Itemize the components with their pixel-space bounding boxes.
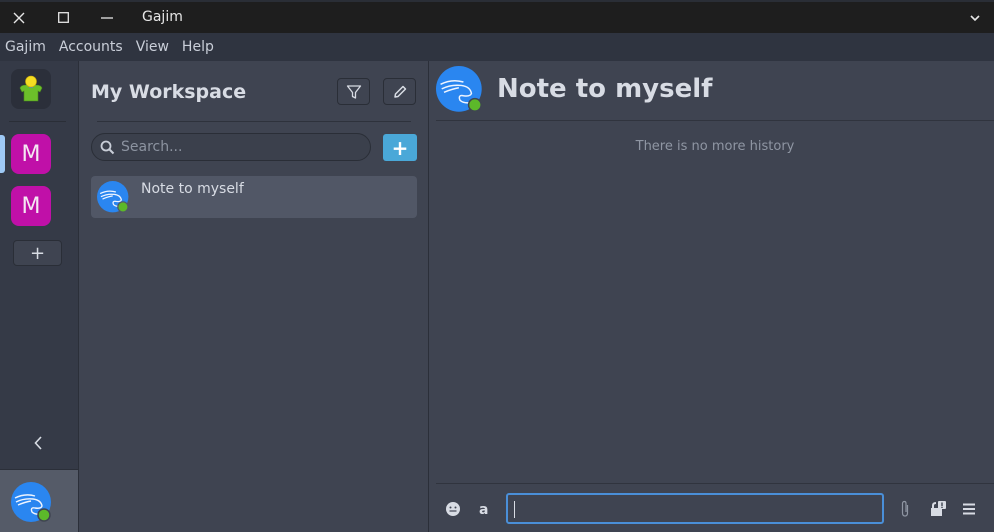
add-workspace-button[interactable]: + bbox=[13, 240, 62, 266]
menubar: Gajim Accounts View Help bbox=[0, 33, 994, 61]
collapse-sidebar-button[interactable] bbox=[28, 431, 48, 455]
self-contact-area[interactable] bbox=[0, 469, 78, 532]
list-header-divider bbox=[97, 121, 411, 122]
search-input[interactable] bbox=[121, 139, 351, 155]
chevron-down-icon bbox=[970, 14, 980, 21]
start-chat-button[interactable]: + bbox=[383, 134, 417, 161]
account-button-1[interactable]: M bbox=[11, 134, 51, 174]
attach-file-button[interactable] bbox=[893, 497, 917, 521]
encryption-button[interactable] bbox=[926, 497, 950, 521]
svg-text:a: a bbox=[479, 502, 488, 516]
message-input-box[interactable] bbox=[506, 493, 884, 524]
kali-avatar-icon bbox=[436, 66, 482, 112]
workspace-title: My Workspace bbox=[91, 81, 247, 103]
window-titlebar: Gajim bbox=[0, 0, 994, 33]
formatting-button[interactable]: a bbox=[473, 497, 497, 521]
minimize-window-button[interactable] bbox=[92, 2, 122, 33]
kali-avatar-icon bbox=[97, 181, 129, 213]
account-button-2[interactable]: M bbox=[11, 186, 51, 226]
unencrypted-icon bbox=[931, 501, 946, 516]
search-icon bbox=[100, 140, 115, 154]
account-selection-indicator bbox=[0, 135, 5, 173]
maximize-icon bbox=[57, 12, 69, 23]
chat-panel: Note to myself There is no more history … bbox=[430, 61, 994, 532]
chat-avatar bbox=[97, 181, 130, 218]
account-sidebar: M M + bbox=[0, 61, 79, 532]
minimize-icon bbox=[101, 16, 113, 19]
menu-gajim[interactable]: Gajim bbox=[0, 39, 51, 55]
menu-icon bbox=[963, 503, 975, 515]
chat-header-divider bbox=[436, 120, 994, 121]
own-account-button[interactable] bbox=[11, 69, 51, 109]
chevron-left-icon bbox=[34, 436, 42, 450]
menu-help[interactable]: Help bbox=[177, 39, 219, 55]
menu-view[interactable]: View bbox=[131, 39, 174, 55]
self-avatar[interactable] bbox=[11, 482, 53, 528]
maximize-window-button[interactable] bbox=[48, 2, 78, 33]
chat-title: Note to myself bbox=[497, 74, 713, 104]
message-input[interactable] bbox=[514, 495, 882, 522]
format-icon: a bbox=[479, 502, 488, 516]
chat-header-avatar[interactable] bbox=[436, 66, 484, 118]
kali-avatar-icon bbox=[11, 482, 51, 522]
pencil-icon bbox=[393, 85, 406, 98]
window-menu-button[interactable] bbox=[960, 2, 990, 33]
rail-divider bbox=[9, 121, 66, 122]
window-title: Gajim bbox=[142, 9, 183, 25]
close-icon bbox=[13, 12, 25, 23]
filter-chats-button[interactable] bbox=[337, 78, 370, 105]
emoji-icon bbox=[446, 502, 460, 516]
user-avatar-icon bbox=[19, 75, 43, 102]
workspace-settings-button[interactable] bbox=[383, 78, 416, 105]
emoji-button[interactable] bbox=[441, 497, 465, 521]
filter-icon bbox=[346, 84, 361, 99]
chat-list-panel: My Workspace + Note to myself bbox=[80, 61, 429, 532]
text-caret bbox=[514, 501, 515, 518]
chat-list-item[interactable]: Note to myself bbox=[91, 176, 417, 218]
no-history-label: There is no more history bbox=[635, 139, 795, 154]
paperclip-icon bbox=[901, 500, 909, 517]
close-window-button[interactable] bbox=[4, 2, 34, 33]
menu-accounts[interactable]: Accounts bbox=[54, 39, 128, 55]
search-field[interactable] bbox=[91, 133, 371, 161]
chat-menu-button[interactable] bbox=[957, 497, 981, 521]
composer-divider bbox=[436, 483, 994, 484]
chat-name: Note to myself bbox=[141, 181, 244, 197]
